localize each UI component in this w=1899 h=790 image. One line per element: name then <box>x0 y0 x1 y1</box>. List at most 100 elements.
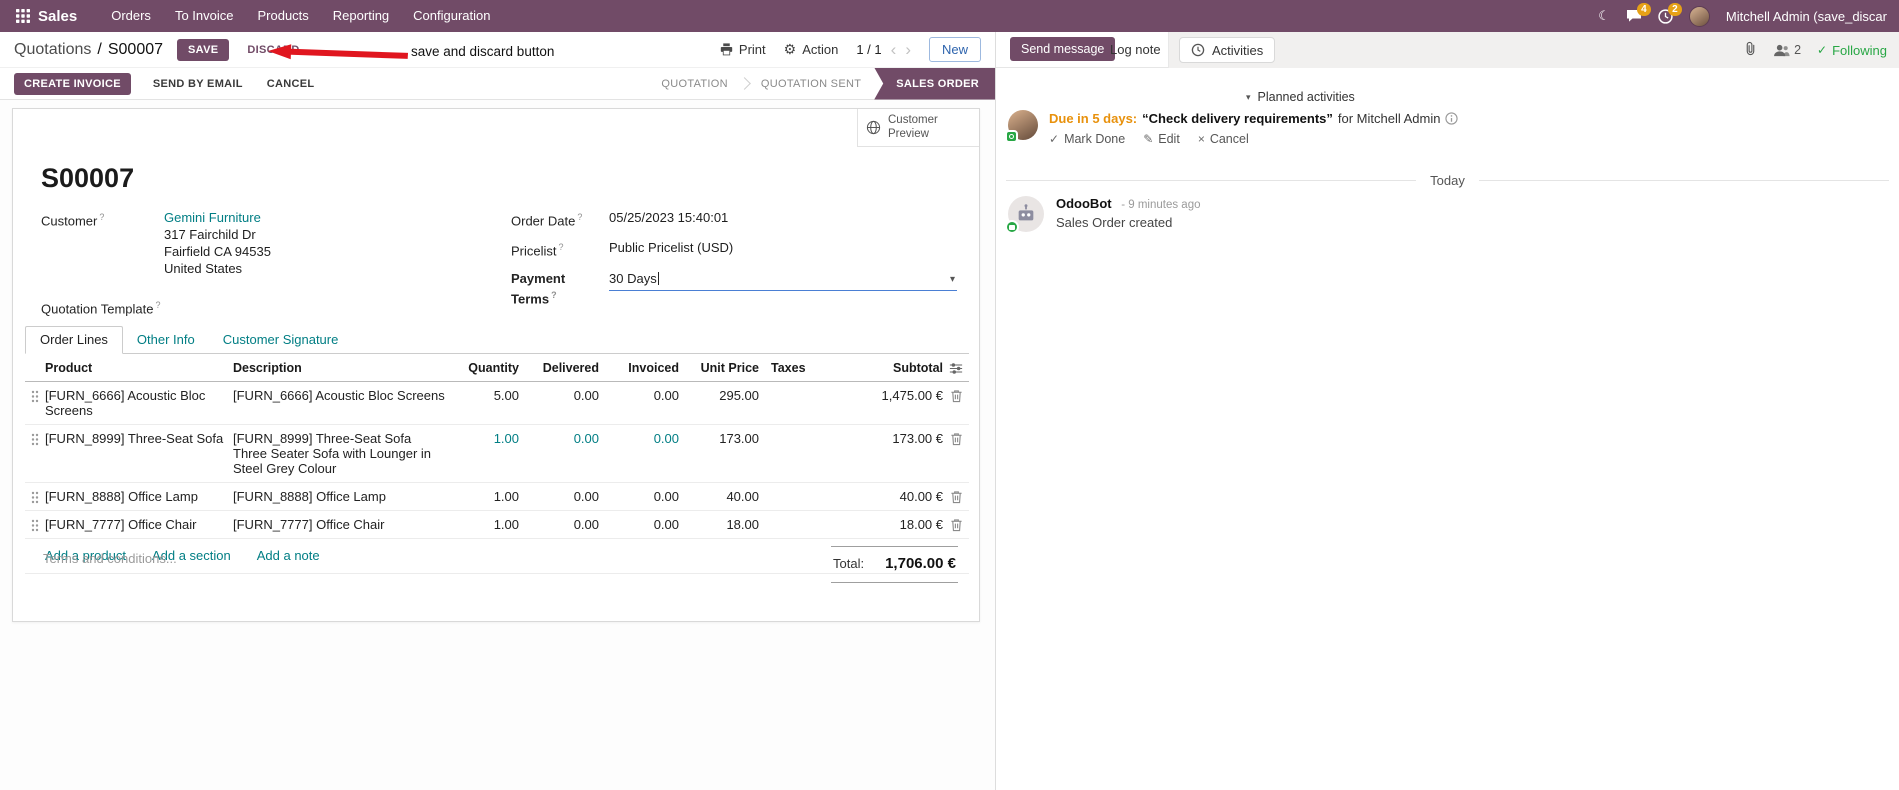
drag-handle-icon[interactable] <box>25 489 45 504</box>
cell-product[interactable]: [FURN_8999] Three-Seat Sofa <box>45 431 233 446</box>
statusbar: CREATE INVOICE SEND BY EMAIL CANCEL QUOT… <box>0 67 995 100</box>
planned-activities-toggle[interactable]: ▾ Planned activities <box>1246 90 1355 104</box>
cell-quantity[interactable]: 1.00 <box>455 517 519 532</box>
activities-menu-button[interactable]: 2 <box>1658 2 1682 24</box>
trash-icon <box>950 519 962 532</box>
cell-description[interactable]: [FURN_8999] Three-Seat Sofa Three Seater … <box>233 431 455 476</box>
customer-preview-button[interactable]: Customer Preview <box>857 109 979 147</box>
add-note-link[interactable]: Add a note <box>257 548 320 563</box>
terms-and-conditions-placeholder[interactable]: Terms and conditions... <box>43 551 177 566</box>
send-message-button[interactable]: Send message <box>1010 37 1116 61</box>
cell-quantity[interactable]: 1.00 <box>455 431 519 446</box>
menu-orders[interactable]: Orders <box>99 0 163 32</box>
cell-invoiced[interactable]: 0.00 <box>599 388 679 403</box>
order-line-row[interactable]: [FURN_6666] Acoustic Bloc Screens [FURN_… <box>25 382 969 425</box>
customer-address: 317 Fairchild Dr Fairfield CA 94535 Unit… <box>164 226 481 277</box>
message-author[interactable]: OdooBot <box>1056 196 1112 211</box>
delete-row-button[interactable] <box>943 489 969 504</box>
cell-delivered[interactable]: 0.00 <box>519 517 599 532</box>
tab-customer-signature[interactable]: Customer Signature <box>209 327 353 353</box>
create-invoice-button[interactable]: CREATE INVOICE <box>14 72 131 95</box>
cell-product[interactable]: [FURN_8888] Office Lamp <box>45 489 233 504</box>
stage-sales-order[interactable]: SALES ORDER <box>874 67 995 100</box>
pager-next-icon[interactable]: › <box>905 41 911 58</box>
customer-field[interactable]: Gemini Furniture 317 Fairchild Dr Fairfi… <box>164 209 481 277</box>
pager: 1 / 1 ‹ › <box>856 41 911 58</box>
cell-description[interactable]: [FURN_6666] Acoustic Bloc Screens <box>233 388 455 403</box>
dropdown-caret-icon[interactable]: ▾ <box>950 271 955 288</box>
cell-delivered[interactable]: 0.00 <box>519 489 599 504</box>
log-note-button[interactable]: Log note <box>1110 42 1161 57</box>
pricelist-value[interactable]: Public Pricelist (USD) <box>609 239 957 256</box>
following-button[interactable]: ✓ Following <box>1817 43 1887 58</box>
drag-handle-icon[interactable] <box>25 431 45 446</box>
customer-label: Customer? <box>41 209 164 229</box>
drag-handle-icon[interactable] <box>25 388 45 403</box>
col-delivered: Delivered <box>542 361 599 375</box>
cell-unit-price[interactable]: 40.00 <box>679 489 759 504</box>
pencil-icon: ✎ <box>1143 132 1154 146</box>
cell-description[interactable]: [FURN_7777] Office Chair <box>233 517 455 532</box>
optional-columns-button[interactable] <box>943 361 969 375</box>
order-line-row[interactable]: [FURN_7777] Office Chair [FURN_7777] Off… <box>25 511 969 539</box>
drag-handle-icon[interactable] <box>25 517 45 532</box>
breadcrumb-quotations[interactable]: Quotations <box>14 41 91 59</box>
handle-column-header <box>25 361 45 363</box>
user-avatar[interactable] <box>1688 5 1710 27</box>
mark-done-button[interactable]: ✓ Mark Done <box>1049 132 1125 146</box>
cell-unit-price[interactable]: 18.00 <box>679 517 759 532</box>
cell-invoiced[interactable]: 0.00 <box>599 517 679 532</box>
cell-unit-price[interactable]: 295.00 <box>679 388 759 403</box>
cell-quantity[interactable]: 1.00 <box>455 489 519 504</box>
cancel-activity-button[interactable]: × Cancel <box>1198 132 1249 146</box>
cell-invoiced[interactable]: 0.00 <box>599 489 679 504</box>
action-menu-button[interactable]: ⚙ Action <box>784 41 839 58</box>
stage-quotation-sent[interactable]: QUOTATION SENT <box>748 68 874 100</box>
order-date-value[interactable]: 05/25/2023 15:40:01 <box>609 209 957 226</box>
cancel-button[interactable]: CANCEL <box>259 73 323 95</box>
delete-row-button[interactable] <box>943 517 969 532</box>
messages-menu-button[interactable]: 4 <box>1626 3 1651 23</box>
menu-configuration[interactable]: Configuration <box>401 0 502 32</box>
delete-row-button[interactable] <box>943 388 969 403</box>
pager-previous-icon[interactable]: ‹ <box>891 41 897 58</box>
main-pane: Quotations / S00007 SAVE DISCARD Print ⚙… <box>0 32 995 790</box>
attach-files-button[interactable] <box>1744 41 1757 59</box>
cell-delivered[interactable]: 0.00 <box>519 388 599 403</box>
order-line-row[interactable]: [FURN_8888] Office Lamp [FURN_8888] Offi… <box>25 483 969 511</box>
activity-assignee: for Mitchell Admin <box>1337 111 1441 126</box>
cell-product[interactable]: [FURN_7777] Office Chair <box>45 517 233 532</box>
print-button[interactable]: Print <box>720 42 766 57</box>
menu-reporting[interactable]: Reporting <box>321 0 401 32</box>
cell-unit-price[interactable]: 173.00 <box>679 431 759 446</box>
new-button[interactable]: New <box>928 37 981 62</box>
help-mark: ? <box>551 289 557 300</box>
discard-button[interactable]: DISCARD <box>241 39 305 61</box>
cell-invoiced[interactable]: 0.00 <box>599 431 679 446</box>
user-name[interactable]: Mitchell Admin (save_discar <box>1726 9 1887 24</box>
cell-product[interactable]: [FURN_6666] Acoustic Bloc Screens <box>45 388 233 418</box>
app-name[interactable]: Sales <box>38 8 77 25</box>
messages-count-badge: 4 <box>1636 3 1651 16</box>
order-line-row[interactable]: [FURN_8999] Three-Seat Sofa [FURN_8999] … <box>25 425 969 483</box>
dark-mode-icon[interactable]: ☾ <box>1598 8 1610 24</box>
tab-other-info[interactable]: Other Info <box>123 327 209 353</box>
save-button[interactable]: SAVE <box>177 38 230 61</box>
followers-button[interactable]: 2 <box>1773 43 1801 57</box>
payment-terms-input[interactable]: 30 Days ▾ <box>609 270 957 291</box>
cell-description[interactable]: [FURN_8888] Office Lamp <box>233 489 455 504</box>
cell-delivered[interactable]: 0.00 <box>519 431 599 446</box>
delete-row-button[interactable] <box>943 431 969 446</box>
cell-quantity[interactable]: 5.00 <box>455 388 519 403</box>
info-icon[interactable] <box>1445 112 1459 125</box>
edit-activity-button[interactable]: ✎ Edit <box>1143 132 1180 146</box>
stage-quotation[interactable]: QUOTATION <box>648 68 740 100</box>
tab-order-lines[interactable]: Order Lines <box>25 326 123 354</box>
menu-to-invoice[interactable]: To Invoice <box>163 0 246 32</box>
send-by-email-button[interactable]: SEND BY EMAIL <box>145 73 251 95</box>
menu-products[interactable]: Products <box>245 0 320 32</box>
customer-name-link[interactable]: Gemini Furniture <box>164 210 261 225</box>
activities-tab[interactable]: Activities <box>1179 37 1276 63</box>
odoo-sales-app: Sales Orders To Invoice Products Reporti… <box>0 0 1899 790</box>
apps-menu-button[interactable]: Sales <box>10 8 99 25</box>
